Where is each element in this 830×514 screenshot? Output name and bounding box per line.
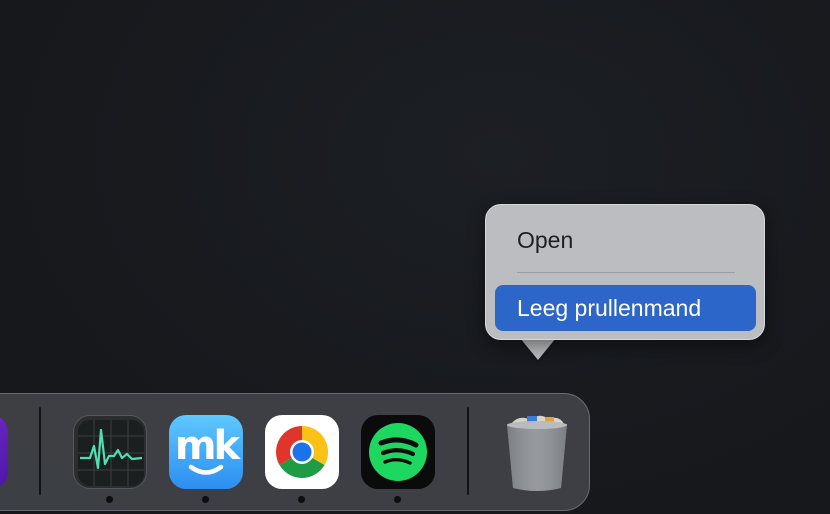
running-indicator-spotify — [394, 496, 401, 503]
chrome-icon[interactable] — [265, 415, 339, 489]
dock-separator-left — [39, 407, 41, 495]
trash-can-graphic — [507, 415, 567, 491]
dock-separator-right — [467, 407, 469, 495]
purple-app-icon[interactable] — [0, 415, 8, 489]
menu-separator — [517, 272, 735, 273]
context-menu-pointer — [520, 338, 556, 360]
activity-monitor-icon[interactable] — [73, 415, 147, 489]
running-indicator-mackeeper — [202, 496, 209, 503]
menu-item-empty-trash[interactable]: Leeg prullenmand — [495, 285, 756, 331]
mackeeper-smile — [188, 464, 224, 475]
running-indicator-activity-monitor — [106, 496, 113, 503]
menu-item-empty-trash-label: Leeg prullenmand — [517, 294, 702, 321]
spotify-logo — [369, 423, 427, 481]
trash-context-menu: Open Leeg prullenmand — [485, 204, 765, 340]
menu-item-open[interactable]: Open — [495, 217, 756, 263]
menu-item-open-label: Open — [517, 226, 574, 253]
chrome-logo — [276, 426, 328, 478]
mackeeper-icon[interactable]: mk — [169, 415, 243, 489]
trash-icon[interactable] — [497, 410, 577, 492]
spotify-icon[interactable] — [361, 415, 435, 489]
activity-monitor-graph — [78, 420, 144, 486]
running-indicator-chrome — [298, 496, 305, 503]
